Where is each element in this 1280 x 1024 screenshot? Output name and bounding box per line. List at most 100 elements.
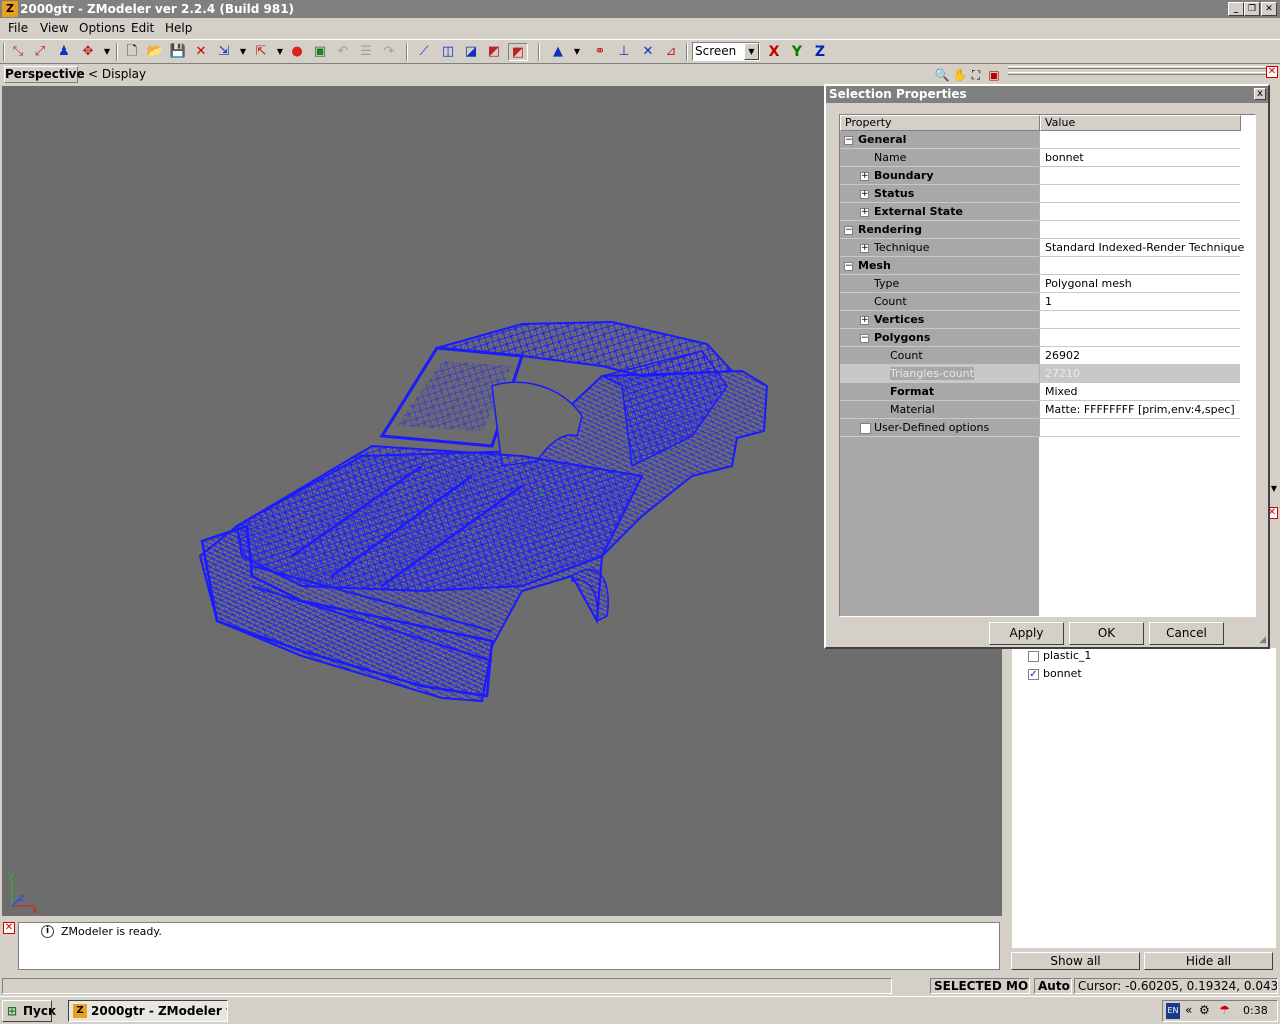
dropdown-arrow-icon[interactable]: ▼ [97, 43, 117, 61]
panel-close-icon[interactable]: ✕ [1266, 66, 1278, 78]
minimize-button[interactable]: _ [1228, 2, 1244, 16]
collapse-icon[interactable]: − [844, 262, 853, 271]
object-label-plastic[interactable]: plastic_1 [1043, 649, 1091, 662]
property-row[interactable]: − Polygons [840, 329, 1240, 347]
axis-scale-icon[interactable]: ⊿ [661, 43, 681, 61]
select-vertex-icon[interactable]: ⤢ [30, 43, 50, 61]
menu-help[interactable]: Help [165, 21, 192, 35]
axis-y-button[interactable]: Y [787, 43, 807, 61]
expand-icon[interactable]: + [860, 316, 869, 325]
property-row[interactable]: + Vertices [840, 311, 1240, 329]
language-indicator[interactable]: EN [1166, 1003, 1180, 1019]
axis-move-icon[interactable]: ⊥ [614, 43, 634, 61]
property-value[interactable]: 27210 [1045, 367, 1080, 380]
save-icon[interactable]: 💾 [168, 43, 188, 61]
display-toggle[interactable]: < Display [88, 67, 146, 81]
expand-icon[interactable]: + [860, 208, 869, 217]
render-icon[interactable]: ● [287, 43, 307, 61]
show-all-button[interactable]: Show all [1011, 952, 1140, 970]
property-row[interactable]: + Status [840, 185, 1240, 203]
user-defined-checkbox[interactable] [860, 423, 871, 434]
expand-icon[interactable]: + [860, 244, 869, 253]
maximize-viewport-icon[interactable]: ▣ [984, 66, 1004, 84]
object-checkbox-plastic[interactable] [1028, 651, 1039, 662]
network-icon[interactable]: ⚙ [1199, 1003, 1210, 1017]
expand-icon[interactable]: + [860, 190, 869, 199]
apply-button[interactable]: Apply [989, 622, 1064, 645]
light-dropdown-icon[interactable]: ▼ [567, 43, 587, 61]
column-header-value[interactable]: Value [1040, 115, 1241, 131]
zoom-icon[interactable]: 🔍 [932, 66, 952, 84]
property-row[interactable]: − Rendering [840, 221, 1240, 239]
property-row[interactable]: Triangles-count 27210 [840, 365, 1240, 383]
redo-icon[interactable]: ↷ [379, 43, 399, 61]
mode-selected-icon[interactable]: ◩ [508, 43, 528, 61]
property-value[interactable]: Standard Indexed-Render Technique [1045, 241, 1244, 254]
tray-expand-icon[interactable]: « [1185, 1003, 1192, 1017]
property-row[interactable]: − Mesh [840, 257, 1240, 275]
property-row[interactable]: Type Polygonal mesh [840, 275, 1240, 293]
expand-icon[interactable]: + [860, 172, 869, 181]
mode-object-icon[interactable]: ◩ [484, 43, 504, 61]
axis-x-button[interactable]: X [764, 43, 784, 61]
chevron-down-icon[interactable]: ▼ [744, 43, 759, 60]
select-tool-icon[interactable]: ⤡ [8, 43, 28, 61]
property-row[interactable]: − General [840, 131, 1240, 149]
close-button[interactable]: ✕ [1261, 2, 1277, 16]
collapse-icon[interactable]: − [860, 334, 869, 343]
property-value[interactable]: Polygonal mesh [1045, 277, 1132, 290]
open-folder-icon[interactable]: 📂 [145, 43, 165, 61]
resize-grip-icon[interactable]: ◢ [1259, 635, 1266, 645]
dialog-close-icon[interactable]: x [1254, 88, 1266, 100]
cancel-button[interactable]: Cancel [1149, 622, 1224, 645]
object-label-bonnet[interactable]: bonnet [1043, 667, 1082, 680]
property-row[interactable]: Format Mixed [840, 383, 1240, 401]
new-file-icon[interactable]: 🗋 [122, 43, 142, 61]
transform-icon[interactable]: ✥ [78, 43, 98, 61]
history-icon[interactable]: ☰ [356, 43, 376, 61]
property-row[interactable]: + Boundary [840, 167, 1240, 185]
mode-point-icon[interactable]: ⟋ [414, 43, 434, 61]
log-close-icon[interactable]: ✕ [3, 922, 15, 934]
export-icon[interactable]: ⇱ [251, 43, 271, 61]
property-row[interactable]: Count 1 [840, 293, 1240, 311]
property-row[interactable]: + Technique Standard Indexed-Render Techni… [840, 239, 1244, 257]
antivirus-icon[interactable]: ☂ [1219, 1003, 1230, 1017]
axis-z-button[interactable]: Z [810, 43, 830, 61]
property-value[interactable]: 26902 [1045, 349, 1080, 362]
property-row[interactable]: Material Matte: FFFFFFFF [prim,env:4,spec… [840, 401, 1240, 419]
column-header-property[interactable]: Property [840, 115, 1040, 131]
property-row[interactable]: + External State [840, 203, 1240, 221]
mode-edge-icon[interactable]: ◫ [438, 43, 458, 61]
menu-options[interactable]: Options [79, 21, 125, 35]
axis-rotate-icon[interactable]: ✕ [638, 43, 658, 61]
import-icon[interactable]: ⇲ [214, 43, 234, 61]
property-row[interactable]: Name bonnet [840, 149, 1240, 167]
collapse-icon[interactable]: − [844, 136, 853, 145]
property-value[interactable]: 1 [1045, 295, 1052, 308]
collapse-icon[interactable]: − [844, 226, 853, 235]
property-value[interactable]: Matte: FFFFFFFF [prim,env:4,spec] [1045, 403, 1235, 416]
start-button[interactable]: ⊞ Пуск [2, 1000, 56, 1022]
walk-icon[interactable]: ♟ [54, 43, 74, 61]
zoom-extents-icon[interactable]: ⛶ [966, 66, 986, 84]
object-checkbox-bonnet[interactable]: ✓ [1028, 669, 1039, 680]
light-icon[interactable]: ▲ [548, 43, 568, 61]
property-row[interactable]: Count 26902 [840, 347, 1240, 365]
hide-all-button[interactable]: Hide all [1144, 952, 1273, 970]
import-dropdown-icon[interactable]: ▼ [233, 43, 253, 61]
viewport-name-button[interactable]: Perspective [4, 66, 85, 83]
menu-view[interactable]: View [40, 21, 68, 35]
material-icon[interactable]: ▣ [310, 43, 330, 61]
menu-edit[interactable]: Edit [131, 21, 154, 35]
undo-icon[interactable]: ↶ [333, 43, 353, 61]
camera-icon[interactable]: ⚭ [590, 43, 610, 61]
property-value[interactable]: bonnet [1045, 151, 1084, 164]
menu-file[interactable]: File [8, 21, 28, 35]
restore-button[interactable]: ❐ [1244, 2, 1260, 16]
ok-button[interactable]: OK [1069, 622, 1144, 645]
delete-icon[interactable]: ✕ [191, 43, 211, 61]
coordinate-space-select[interactable]: Screen ▼ [692, 42, 760, 61]
property-value[interactable]: Mixed [1045, 385, 1077, 398]
mode-face-icon[interactable]: ◪ [461, 43, 481, 61]
